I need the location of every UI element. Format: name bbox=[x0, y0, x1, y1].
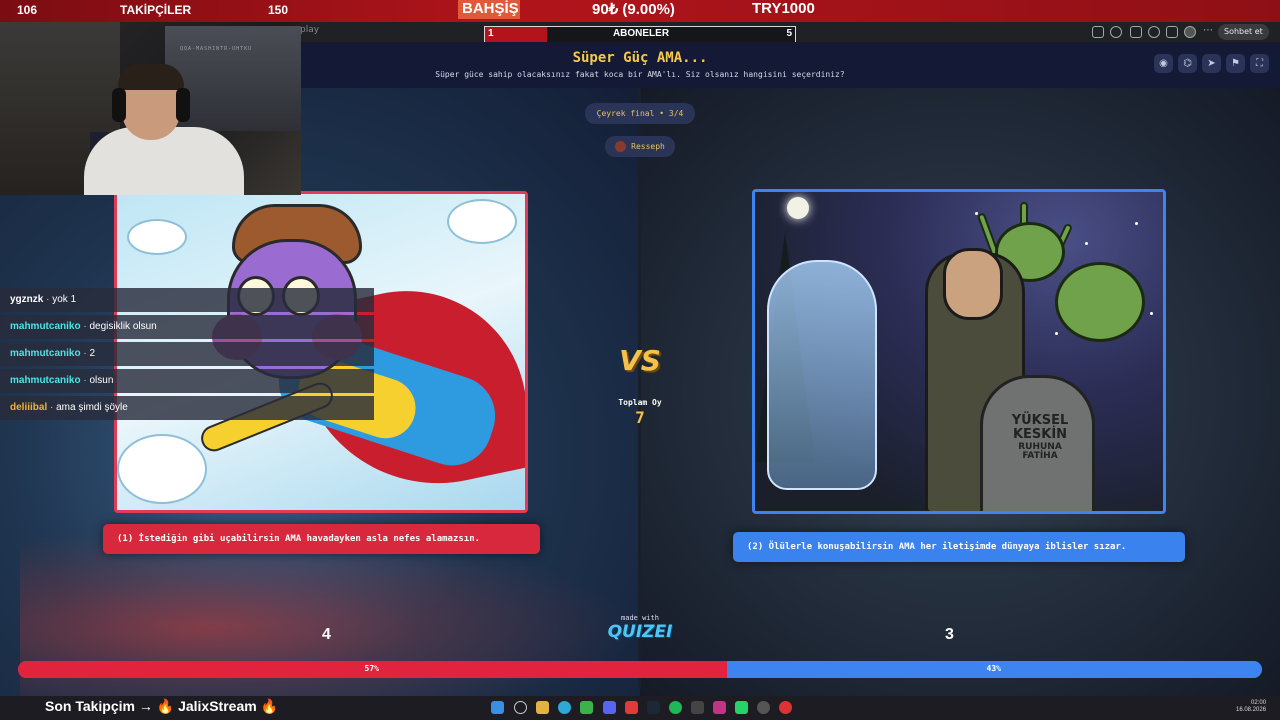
chat-text: olsun bbox=[89, 375, 114, 386]
monster bbox=[1055, 262, 1145, 342]
gravestone-text: YÜKSEL KESKİN RUHUNA FATİHA bbox=[1011, 413, 1069, 462]
stream-top-bar: 106 TAKİPÇİLER 150 BAHŞİŞ 90₺ (9.00%) TR… bbox=[0, 0, 1280, 22]
profile-icon[interactable] bbox=[1184, 26, 1196, 38]
share-icon[interactable]: ➤ bbox=[1202, 54, 1221, 73]
author-badge[interactable]: Resseph bbox=[605, 136, 675, 157]
instagram-icon[interactable] bbox=[713, 701, 726, 714]
chat-message: mahmutcaniko · degisiklik olsun bbox=[0, 315, 374, 339]
option-1-percent: 57% bbox=[364, 664, 379, 673]
made-with-label: made with bbox=[621, 614, 659, 622]
discord-icon[interactable] bbox=[603, 701, 616, 714]
option-2-card[interactable]: YÜKSEL KESKİN RUHUNA FATİHA bbox=[752, 189, 1166, 514]
webcam-tag: QQA-MASHINTR-UHTKU bbox=[180, 46, 253, 52]
star-icon[interactable] bbox=[1092, 26, 1104, 38]
followers-goal: 150 bbox=[268, 3, 289, 17]
steam-icon[interactable] bbox=[647, 701, 660, 714]
chat-message: mahmutcaniko · olsun bbox=[0, 369, 374, 393]
link-icon[interactable]: ⌬ bbox=[1178, 54, 1197, 73]
chat-message: ygznzk · yok 1 bbox=[0, 288, 374, 312]
flag-icon[interactable]: ⚑ bbox=[1226, 54, 1245, 73]
moon-icon bbox=[787, 197, 809, 219]
chat-message: mahmutcaniko · 2 bbox=[0, 342, 374, 366]
subscriber-goal-bar: 1 ABONELER 5 bbox=[484, 26, 796, 43]
extension-icon[interactable] bbox=[1110, 26, 1122, 38]
cloud-icon bbox=[447, 199, 517, 244]
windows-start-icon[interactable] bbox=[491, 701, 504, 714]
history-icon[interactable] bbox=[1148, 26, 1160, 38]
brand-logo[interactable]: QUIZEI bbox=[600, 622, 680, 642]
chat-button[interactable]: Sohbet et bbox=[1218, 24, 1269, 40]
chat-username: ygznzk bbox=[10, 294, 44, 305]
whatsapp-icon[interactable] bbox=[735, 701, 748, 714]
chat-message: deliiibal · ama şimdi şöyle bbox=[0, 396, 374, 420]
app-icon[interactable] bbox=[625, 701, 638, 714]
fullscreen-icon[interactable]: ⛶ bbox=[1250, 54, 1269, 73]
followers-label: TAKİPÇİLER bbox=[120, 3, 192, 17]
total-votes-label: Toplam Oy bbox=[618, 398, 662, 407]
eye-icon[interactable]: ◉ bbox=[1154, 54, 1173, 73]
bet-label: BAHŞİŞ bbox=[462, 0, 519, 17]
spotify-icon[interactable] bbox=[669, 701, 682, 714]
author-avatar bbox=[615, 141, 627, 152]
bet-goal: TRY1000 bbox=[752, 0, 815, 17]
chat-username: mahmutcaniko bbox=[10, 348, 81, 359]
man-head bbox=[943, 248, 1003, 320]
option-2-percent: 43% bbox=[986, 664, 1001, 673]
folder-icon[interactable] bbox=[536, 701, 549, 714]
chat-username: mahmutcaniko bbox=[10, 375, 81, 386]
subscriber-target: 5 bbox=[786, 28, 792, 39]
download-icon[interactable] bbox=[1166, 26, 1178, 38]
latest-follower: Son Takipçim → 🔥 JalixStream 🔥 bbox=[45, 698, 279, 714]
search-icon[interactable] bbox=[514, 701, 527, 714]
bet-value: 90₺ (9.00%) bbox=[592, 1, 675, 18]
cloud-icon bbox=[127, 219, 187, 255]
quiz-header: Süper Güç AMA... Süper güce sahip olacak… bbox=[300, 42, 1280, 88]
chat-text: degisiklik olsun bbox=[89, 321, 157, 332]
shield-icon[interactable] bbox=[1130, 26, 1142, 38]
author-name: Resseph bbox=[631, 142, 665, 151]
quiz-subtitle: Süper güce sahip olacaksınız fakat koca … bbox=[435, 70, 845, 79]
app-icon[interactable] bbox=[779, 701, 792, 714]
menu-icon[interactable]: ⋯ bbox=[1202, 26, 1214, 38]
option-1-button[interactable]: (1) İstediğin gibi uçabilirsin AMA havad… bbox=[103, 524, 540, 554]
chat-text: 2 bbox=[89, 348, 96, 359]
settings-icon[interactable] bbox=[757, 701, 770, 714]
app-icon[interactable] bbox=[580, 701, 593, 714]
vs-icon: VS bbox=[619, 344, 661, 377]
option-2-button[interactable]: (2) Ölülerle konuşabilirsin AMA her ilet… bbox=[733, 532, 1185, 562]
ghost-figure bbox=[767, 260, 877, 490]
option-2-votes: 3 bbox=[945, 626, 954, 643]
subscriber-label: ABONELER bbox=[612, 28, 670, 39]
cloud-icon bbox=[117, 434, 207, 504]
chat-text: ama şimdi şöyle bbox=[56, 402, 128, 413]
chat-text: yok 1 bbox=[52, 294, 77, 305]
screen: play ⋯ Sohbet et – ▫ ✕ 106 TAKİPÇİLER 15… bbox=[0, 0, 1280, 720]
app-icon[interactable] bbox=[691, 701, 704, 714]
address-bar[interactable]: play bbox=[300, 25, 319, 35]
quiz-title: Süper Güç AMA... bbox=[572, 50, 708, 66]
vote-results-bar: 57% 43% bbox=[18, 661, 1262, 678]
option-1-votes: 4 bbox=[322, 626, 331, 643]
chat-username: deliiibal bbox=[10, 402, 48, 413]
left-count: 106 bbox=[17, 3, 38, 17]
edge-icon[interactable] bbox=[558, 701, 571, 714]
round-badge: Çeyrek final • 3/4 bbox=[585, 103, 695, 124]
chat-username: mahmutcaniko bbox=[10, 321, 81, 332]
webcam-overlay: QQA-MASHINTR-UHTKU bbox=[0, 22, 301, 195]
clock[interactable]: 02:00 16.08.2026 bbox=[1236, 700, 1266, 714]
total-votes-value: 7 bbox=[635, 408, 645, 427]
